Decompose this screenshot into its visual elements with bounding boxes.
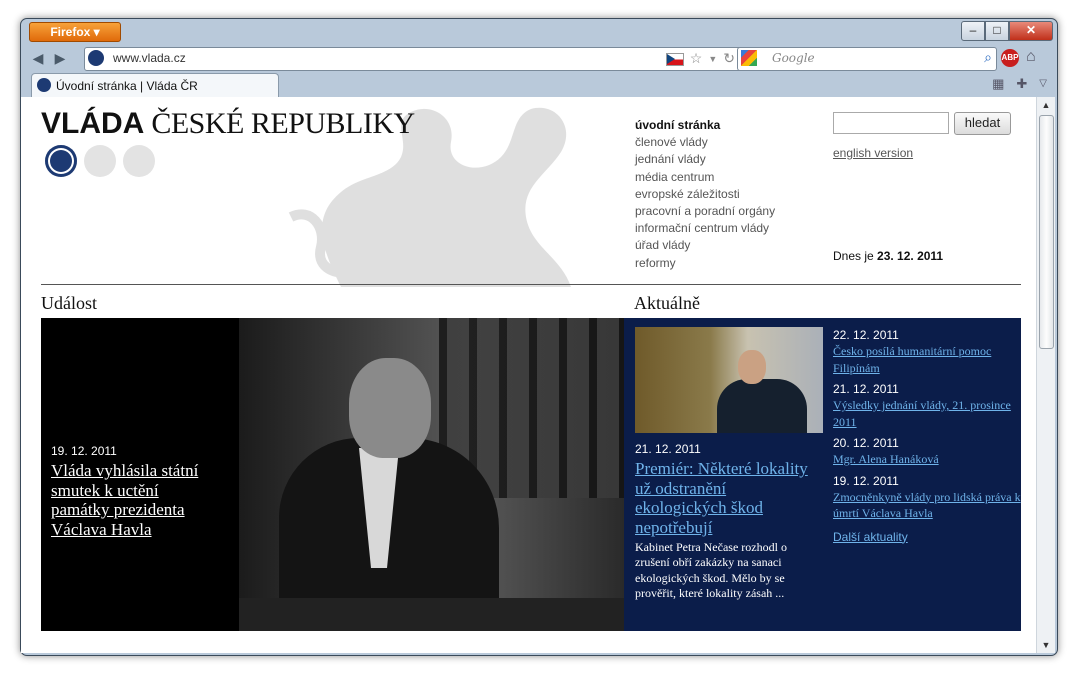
eu-emblem-icon[interactable] xyxy=(84,145,116,177)
news-section-title: Aktuálně xyxy=(634,293,700,313)
tab-favicon-icon xyxy=(37,78,51,92)
nav-item-uvodni-stranka[interactable]: úvodní stránka xyxy=(635,117,775,134)
firefox-menu-button[interactable]: Firefox ▾ xyxy=(29,22,121,42)
scrollbar-thumb[interactable] xyxy=(1039,115,1054,349)
title-bar: Firefox ▾ – □ ✕ xyxy=(21,19,1057,45)
nav-item-media-centrum[interactable]: média centrum xyxy=(635,169,775,186)
site-logo[interactable]: VLÁDA ČESKÉ REPUBLIKY xyxy=(41,107,415,141)
home-icon[interactable]: ⌂ xyxy=(1026,48,1036,66)
state-emblem-icon[interactable] xyxy=(45,145,77,177)
news-item-link[interactable]: Výsledky jednání vlády, 21. prosince 201… xyxy=(833,397,1021,430)
today-prefix: Dnes je xyxy=(833,249,878,263)
google-engine-icon[interactable] xyxy=(741,50,757,66)
more-news-link[interactable]: Další aktuality xyxy=(833,530,1021,544)
event-photo[interactable] xyxy=(239,318,624,631)
site-identity-icon[interactable] xyxy=(88,50,104,66)
tab-tools: ▦ ✚ ▽ xyxy=(992,76,1047,92)
news-item-date: 19. 12. 2011 xyxy=(833,473,899,488)
search-magnifier-icon[interactable]: ⌕ xyxy=(984,49,992,66)
photo-figure-head xyxy=(349,358,431,458)
bookmark-star-icon[interactable]: ☆ xyxy=(690,50,703,68)
news-item-date: 20. 12. 2011 xyxy=(833,436,899,450)
event-title-link[interactable]: Vláda vyhlásila státní smutek k uctění p… xyxy=(51,461,221,539)
nav-item-informacni-centrum[interactable]: informační centrum vlády xyxy=(635,220,775,237)
vertical-scrollbar[interactable]: ▲ ▼ xyxy=(1036,97,1055,653)
photo-table xyxy=(239,598,624,631)
url-text[interactable]: www.vlada.cz xyxy=(113,51,186,65)
list-item: 19. 12. 2011 Zmocněnkyně vlády pro lidsk… xyxy=(833,474,1021,522)
lead-news-date: 21. 12. 2011 xyxy=(635,442,701,456)
tab-title: Úvodní stránka | Vláda ČR xyxy=(56,79,198,93)
forward-icon[interactable]: ▶ xyxy=(51,49,69,67)
reload-icon[interactable]: ↻ xyxy=(723,50,735,68)
english-version-link[interactable]: english version xyxy=(833,146,913,160)
scroll-down-icon[interactable]: ▼ xyxy=(1037,637,1055,653)
event-panel: 19. 12. 2011 Vláda vyhlásila státní smut… xyxy=(41,318,624,631)
news-item-link[interactable]: Mgr. Alena Hanáková xyxy=(833,451,1021,468)
news-item-date: 22. 12. 2011 xyxy=(833,328,899,342)
nav-item-reformy[interactable]: reformy xyxy=(635,255,775,272)
news-item-link[interactable]: Česko posílá humanitární pomoc Filipínám xyxy=(833,343,1021,376)
photo-premier-head xyxy=(738,350,766,384)
back-icon[interactable]: ◀ xyxy=(29,49,47,67)
tab-list-icon[interactable]: ▽ xyxy=(1039,76,1047,92)
main-navigation: úvodní stránka členové vlády jednání vlá… xyxy=(635,117,775,272)
navigation-toolbar: ◀ ▶ www.vlada.cz ☆ ▼ ↻ Google ⌕ ABP ⌂ xyxy=(21,45,1057,71)
tab-active[interactable]: Úvodní stránka | Vláda ČR xyxy=(31,73,279,98)
search-bar[interactable]: Google ⌕ xyxy=(737,47,997,71)
site-search-input[interactable] xyxy=(833,112,949,134)
lead-news-photo[interactable] xyxy=(635,327,823,433)
logo-bold[interactable]: VLÁDA xyxy=(41,107,144,140)
presidency-emblem-icon[interactable] xyxy=(123,145,155,177)
url-bar-actions: ☆ ▼ ↻ xyxy=(665,50,735,68)
logo-rest[interactable]: ČESKÉ REPUBLIKY xyxy=(144,107,415,140)
photo-premier-body xyxy=(717,379,807,433)
header-divider xyxy=(41,284,1021,285)
window-controls: – □ ✕ xyxy=(961,21,1053,41)
adblock-icon[interactable]: ABP xyxy=(1001,49,1019,67)
news-panel: 21. 12. 2011 Premiér: Některé lokality u… xyxy=(624,318,1021,631)
dropdown-arrow-icon[interactable]: ▼ xyxy=(708,50,717,68)
tab-strip: Úvodní stránka | Vláda ČR ▦ ✚ ▽ xyxy=(21,71,1057,98)
nav-item-urad-vlady[interactable]: úřad vlády xyxy=(635,237,775,254)
nav-item-jednani-vlady[interactable]: jednání vlády xyxy=(635,151,775,168)
lead-news-title-link[interactable]: Premiér: Některé lokality už odstranění … xyxy=(635,459,820,537)
address-bar[interactable]: www.vlada.cz ☆ ▼ ↻ xyxy=(84,47,742,71)
today-date-value: 23. 12. 2011 xyxy=(877,249,944,263)
browser-window: Firefox ▾ – □ ✕ ◀ ▶ www.vlada.cz ☆ ▼ ↻ G… xyxy=(20,18,1058,656)
scroll-up-icon[interactable]: ▲ xyxy=(1037,97,1055,113)
page-viewport: VLÁDA ČESKÉ REPUBLIKY úvodní stránka čle… xyxy=(21,97,1036,653)
today-date: Dnes je 23. 12. 2011 xyxy=(833,249,943,263)
tab-groups-icon[interactable]: ▦ xyxy=(992,76,1004,92)
news-item-date: 21. 12. 2011 xyxy=(833,382,899,396)
czech-flag-icon xyxy=(665,53,684,66)
search-placeholder[interactable]: Google xyxy=(772,51,815,65)
list-item: 20. 12. 2011 Mgr. Alena Hanáková xyxy=(833,436,1021,468)
news-item-link[interactable]: Zmocněnkyně vlády pro lidská práva k úmr… xyxy=(833,489,1021,522)
list-item: 22. 12. 2011 Česko posílá humanitární po… xyxy=(833,328,1021,376)
event-date: 19. 12. 2011 xyxy=(51,444,117,458)
minimize-button[interactable]: – xyxy=(961,21,985,41)
nav-item-evropske-zalezitosti[interactable]: evropské záležitosti xyxy=(635,186,775,203)
news-list: 22. 12. 2011 Česko posílá humanitární po… xyxy=(833,328,1021,544)
event-section-title: Událost xyxy=(41,293,97,313)
close-window-button[interactable]: ✕ xyxy=(1009,21,1053,41)
lead-news-summary: Kabinet Petra Nečase rozhodl o zrušení o… xyxy=(635,540,787,601)
nav-item-clenove-vlady[interactable]: členové vlády xyxy=(635,134,775,151)
maximize-button[interactable]: □ xyxy=(985,21,1009,41)
search-button[interactable]: hledat xyxy=(954,112,1011,135)
emblem-row xyxy=(45,145,155,177)
list-item: 21. 12. 2011 Výsledky jednání vlády, 21.… xyxy=(833,382,1021,430)
new-tab-icon[interactable]: ✚ xyxy=(1016,76,1027,92)
nav-item-pracovni-organy[interactable]: pracovní a poradní orgány xyxy=(635,203,775,220)
